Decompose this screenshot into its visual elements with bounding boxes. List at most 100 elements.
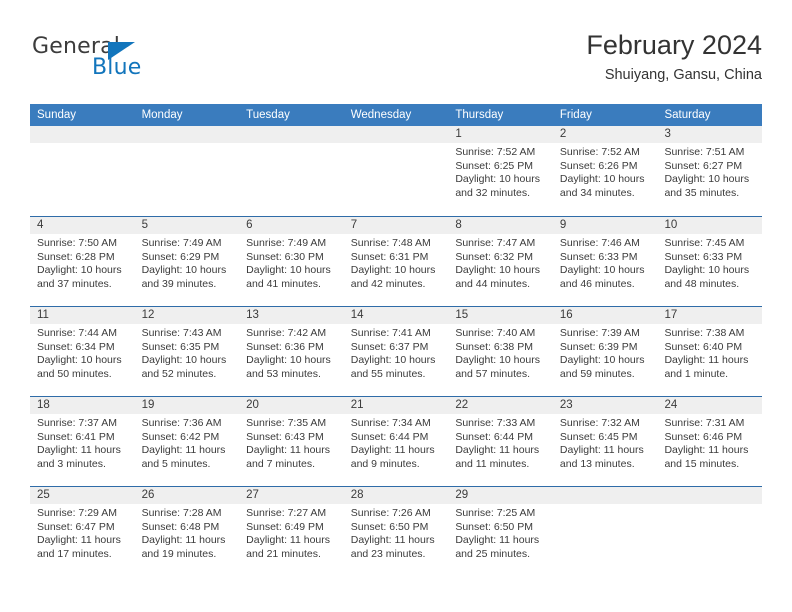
calendar-day-cell[interactable]: 21 Sunrise: 7:34 AM Sunset: 6:44 PM Dayligh… [343,397,449,486]
daylight-text: Daylight: 10 hours and 42 minutes. [350,264,436,290]
sunrise-text: Sunrise: 7:36 AM [141,417,222,429]
day-number-band [134,126,240,143]
sunset-text: Sunset: 6:33 PM [559,250,638,263]
calendar-day-cell[interactable]: 23 Sunrise: 7:32 AM Sunset: 6:45 PM Dayligh… [552,397,658,486]
sunrise-text: Sunrise: 7:43 AM [141,327,222,339]
calendar-day-cell[interactable]: 4 Sunrise: 7:50 AM Sunset: 6:28 PM Daylight… [30,217,135,306]
day-details: Sunrise: 7:28 AM Sunset: 6:48 PM Daylight:… [135,504,240,561]
daylight-text: Daylight: 10 hours and 59 minutes. [559,354,645,380]
day-number-band: 10 [657,217,763,234]
day-details: Sunrise: 7:33 AM Sunset: 6:44 PM Daylight:… [448,414,553,471]
daylight-text: Daylight: 10 hours and 53 minutes. [246,354,331,380]
sunrise-text: Sunrise: 7:28 AM [141,507,222,519]
calendar-day-cell[interactable]: 13 Sunrise: 7:42 AM Sunset: 6:36 PM Dayligh… [239,307,344,396]
calendar-day-cell[interactable]: 12 Sunrise: 7:43 AM Sunset: 6:35 PM Dayligh… [134,307,240,396]
day-number-band: 23 [552,397,658,414]
sunrise-text: Sunrise: 7:34 AM [350,417,431,429]
day-number-band: 2 [552,126,658,143]
calendar-day-cell[interactable]: 24 Sunrise: 7:31 AM Sunset: 6:46 PM Dayligh… [657,397,763,486]
sunset-text: Sunset: 6:40 PM [664,340,743,353]
sunset-text: Sunset: 6:38 PM [455,340,533,353]
calendar-day-cell[interactable]: 1 Sunrise: 7:52 AM Sunset: 6:25 PM Daylight… [448,126,553,216]
sunset-text: Sunset: 6:46 PM [664,430,743,443]
sunrise-text: Sunrise: 7:46 AM [559,237,640,249]
calendar-week-row: 4 Sunrise: 7:50 AM Sunset: 6:28 PM Daylight… [30,216,763,306]
calendar-day-cell-empty [134,126,240,216]
day-number-band [343,126,449,143]
day-number: 8 [455,219,462,231]
sunset-text: Sunset: 6:50 PM [455,520,533,533]
day-details: Sunrise: 7:26 AM Sunset: 6:50 PM Daylight:… [344,504,449,561]
calendar-day-cell[interactable]: 9 Sunrise: 7:46 AM Sunset: 6:33 PM Daylight… [552,217,658,306]
sunset-text: Sunset: 6:37 PM [350,340,429,353]
day-details: Sunrise: 7:44 AM Sunset: 6:34 PM Daylight:… [30,324,135,381]
day-number-band: 21 [343,397,449,414]
day-number: 17 [664,309,678,321]
sunset-text: Sunset: 6:31 PM [350,250,429,263]
day-number: 5 [141,219,148,231]
day-details: Sunrise: 7:29 AM Sunset: 6:47 PM Daylight:… [30,504,135,561]
calendar-day-cell[interactable]: 7 Sunrise: 7:48 AM Sunset: 6:31 PM Daylight… [343,217,449,306]
calendar-day-cell[interactable]: 25 Sunrise: 7:29 AM Sunset: 6:47 PM Dayligh… [30,487,135,576]
sunset-text: Sunset: 6:30 PM [246,250,324,263]
day-number: 27 [246,489,259,501]
sunset-text: Sunset: 6:39 PM [559,340,638,353]
calendar-day-cell[interactable]: 27 Sunrise: 7:27 AM Sunset: 6:49 PM Dayligh… [239,487,344,576]
calendar-day-cell[interactable]: 28 Sunrise: 7:26 AM Sunset: 6:50 PM Dayligh… [343,487,449,576]
weekday-header-friday: Friday [559,109,592,121]
calendar-day-cell-empty [239,126,344,216]
sunrise-text: Sunrise: 7:50 AM [37,237,117,249]
calendar-day-cell[interactable]: 20 Sunrise: 7:35 AM Sunset: 6:43 PM Dayligh… [239,397,344,486]
calendar-day-cell[interactable]: 26 Sunrise: 7:28 AM Sunset: 6:48 PM Dayligh… [134,487,240,576]
sunrise-text: Sunrise: 7:45 AM [664,237,745,249]
calendar-day-cell[interactable]: 15 Sunrise: 7:40 AM Sunset: 6:38 PM Dayligh… [448,307,553,396]
calendar-week-row: 1 Sunrise: 7:52 AM Sunset: 6:25 PM Daylight… [30,126,763,216]
sunrise-text: Sunrise: 7:39 AM [559,327,640,339]
day-details: Sunrise: 7:46 AM Sunset: 6:33 PM Daylight:… [553,234,658,291]
sunrise-text: Sunrise: 7:47 AM [455,237,536,249]
calendar-day-cell[interactable]: 5 Sunrise: 7:49 AM Sunset: 6:29 PM Daylight… [134,217,240,306]
calendar-day-cell[interactable]: 14 Sunrise: 7:41 AM Sunset: 6:37 PM Dayligh… [343,307,449,396]
sunset-text: Sunset: 6:44 PM [455,430,533,443]
calendar-day-cell[interactable]: 22 Sunrise: 7:33 AM Sunset: 6:44 PM Dayligh… [448,397,553,486]
day-number: 16 [559,309,573,321]
general-blue-logo[interactable]: General Blue [32,34,232,90]
calendar-day-cell[interactable]: 19 Sunrise: 7:36 AM Sunset: 6:42 PM Dayligh… [134,397,240,486]
day-number-band: 29 [448,487,553,504]
day-number: 15 [455,309,469,321]
calendar-day-cell[interactable]: 3 Sunrise: 7:51 AM Sunset: 6:27 PM Daylight… [657,126,763,216]
calendar-day-cell[interactable]: 17 Sunrise: 7:38 AM Sunset: 6:40 PM Dayligh… [657,307,763,396]
calendar-day-cell[interactable]: 6 Sunrise: 7:49 AM Sunset: 6:30 PM Daylight… [239,217,344,306]
calendar-day-cell[interactable]: 8 Sunrise: 7:47 AM Sunset: 6:32 PM Daylight… [448,217,553,306]
day-number: 4 [37,219,44,231]
sunset-text: Sunset: 6:32 PM [455,250,533,263]
day-details: Sunrise: 7:49 AM Sunset: 6:29 PM Daylight:… [135,234,240,291]
day-details: Sunrise: 7:41 AM Sunset: 6:37 PM Daylight:… [344,324,449,381]
day-number: 19 [141,399,155,411]
calendar-day-cell[interactable]: 10 Sunrise: 7:45 AM Sunset: 6:33 PM Dayligh… [657,217,763,306]
day-number-band: 25 [30,487,135,504]
calendar-day-cell[interactable]: 29 Sunrise: 7:25 AM Sunset: 6:50 PM Dayligh… [448,487,553,576]
daylight-text: Daylight: 10 hours and 55 minutes. [350,354,436,380]
page-title: February 2024 [586,30,762,60]
page-header: General Blue February 2024 Shuiyang, Gan… [30,28,762,94]
day-number: 29 [455,489,469,501]
day-number: 22 [455,399,469,411]
calendar-week-row: 18 Sunrise: 7:37 AM Sunset: 6:41 PM Dayligh… [30,396,763,486]
calendar-day-cell[interactable]: 18 Sunrise: 7:37 AM Sunset: 6:41 PM Dayligh… [30,397,135,486]
calendar-day-cell[interactable]: 16 Sunrise: 7:39 AM Sunset: 6:39 PM Dayligh… [552,307,658,396]
day-number: 3 [664,128,671,140]
calendar-day-cell[interactable]: 2 Sunrise: 7:52 AM Sunset: 6:26 PM Daylight… [552,126,658,216]
sunrise-text: Sunrise: 7:35 AM [246,417,327,429]
sunset-text: Sunset: 6:33 PM [664,250,743,263]
day-number: 2 [559,128,567,140]
sunrise-text: Sunrise: 7:32 AM [559,417,640,429]
day-details: Sunrise: 7:27 AM Sunset: 6:49 PM Daylight:… [239,504,344,561]
sunrise-text: Sunrise: 7:27 AM [246,507,327,519]
daylight-text: Daylight: 10 hours and 57 minutes. [455,354,540,380]
calendar-day-cell[interactable]: 11 Sunrise: 7:44 AM Sunset: 6:34 PM Dayligh… [30,307,135,396]
day-details: Sunrise: 7:48 AM Sunset: 6:31 PM Daylight:… [344,234,449,291]
sunset-text: Sunset: 6:25 PM [455,159,533,172]
daylight-text: Daylight: 10 hours and 39 minutes. [141,264,227,290]
daylight-text: Daylight: 11 hours and 17 minutes. [37,534,121,560]
